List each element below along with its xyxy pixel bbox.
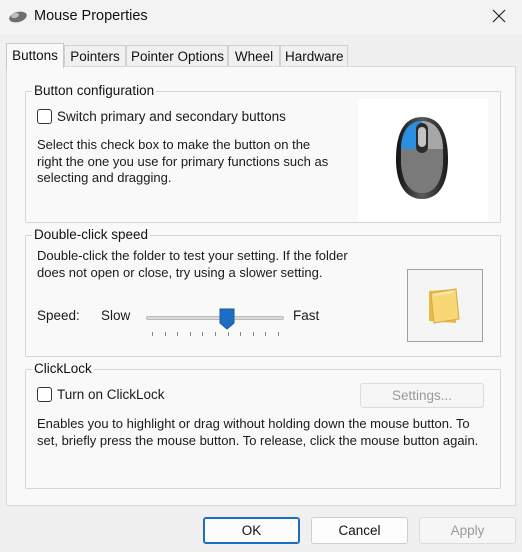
slider-tick [202, 332, 204, 336]
clicklock-legend: ClickLock [32, 361, 94, 377]
button-config-description: Select this check box to make the button… [37, 137, 329, 185]
apply-button[interactable]: Apply [419, 517, 516, 544]
mouse-preview [358, 99, 488, 222]
tab-wheel[interactable]: Wheel [228, 45, 280, 67]
clicklock-checkbox[interactable]: Turn on ClickLock [37, 387, 165, 402]
cancel-button[interactable]: Cancel [311, 517, 408, 544]
switch-buttons-checkbox-box[interactable] [37, 109, 52, 124]
button-configuration-group: Button configuration Switch primary and … [25, 83, 501, 223]
mouse-icon [8, 10, 28, 24]
slider-tick [227, 332, 229, 336]
speed-label: Speed: [37, 308, 80, 323]
tab-hardware[interactable]: Hardware [280, 45, 348, 67]
slider-tick [278, 332, 279, 336]
double-click-speed-group: Double-click speed Double-click the fold… [25, 227, 501, 357]
window-title: Mouse Properties [34, 8, 148, 24]
clicklock-settings-button[interactable]: Settings... [360, 383, 484, 408]
clicklock-label: Turn on ClickLock [57, 387, 165, 402]
ok-button[interactable]: OK [203, 517, 300, 544]
test-folder[interactable] [407, 269, 483, 342]
clicklock-description: Enables you to highlight or drag without… [37, 416, 479, 448]
slider-tick [240, 332, 242, 336]
title-bar: Mouse Properties [0, 0, 522, 34]
fast-label: Fast [293, 308, 320, 323]
slider-tick [215, 332, 216, 336]
speed-slider-track[interactable] [146, 316, 284, 320]
slider-tick [177, 332, 179, 336]
clicklock-checkbox-box[interactable] [37, 387, 52, 402]
folder-icon [426, 285, 462, 328]
button-configuration-legend: Button configuration [32, 83, 157, 99]
tab-pointer-options[interactable]: Pointer Options [126, 45, 228, 67]
switch-buttons-checkbox[interactable]: Switch primary and secondary buttons [37, 109, 286, 124]
double-click-description: Double-click the folder to test your set… [37, 248, 348, 280]
tab-buttons[interactable]: Buttons [6, 43, 64, 68]
slider-tick [265, 332, 267, 336]
mouse-illustration-icon [394, 115, 450, 204]
close-icon [492, 9, 506, 26]
slider-tick [252, 332, 254, 336]
tab-panel: Button configuration Switch primary and … [6, 66, 516, 506]
double-click-speed-legend: Double-click speed [32, 227, 151, 243]
slow-label: Slow [101, 308, 131, 323]
slider-tick [189, 332, 191, 336]
tab-pointers[interactable]: Pointers [64, 45, 126, 67]
switch-buttons-label: Switch primary and secondary buttons [57, 109, 286, 124]
slider-tick [152, 332, 153, 336]
clicklock-group: ClickLock Turn on ClickLock Settings... … [25, 361, 501, 489]
close-button[interactable] [476, 0, 522, 34]
speed-slider-thumb[interactable] [219, 308, 235, 333]
slider-tick [164, 332, 166, 336]
speed-slider[interactable] [146, 306, 284, 336]
